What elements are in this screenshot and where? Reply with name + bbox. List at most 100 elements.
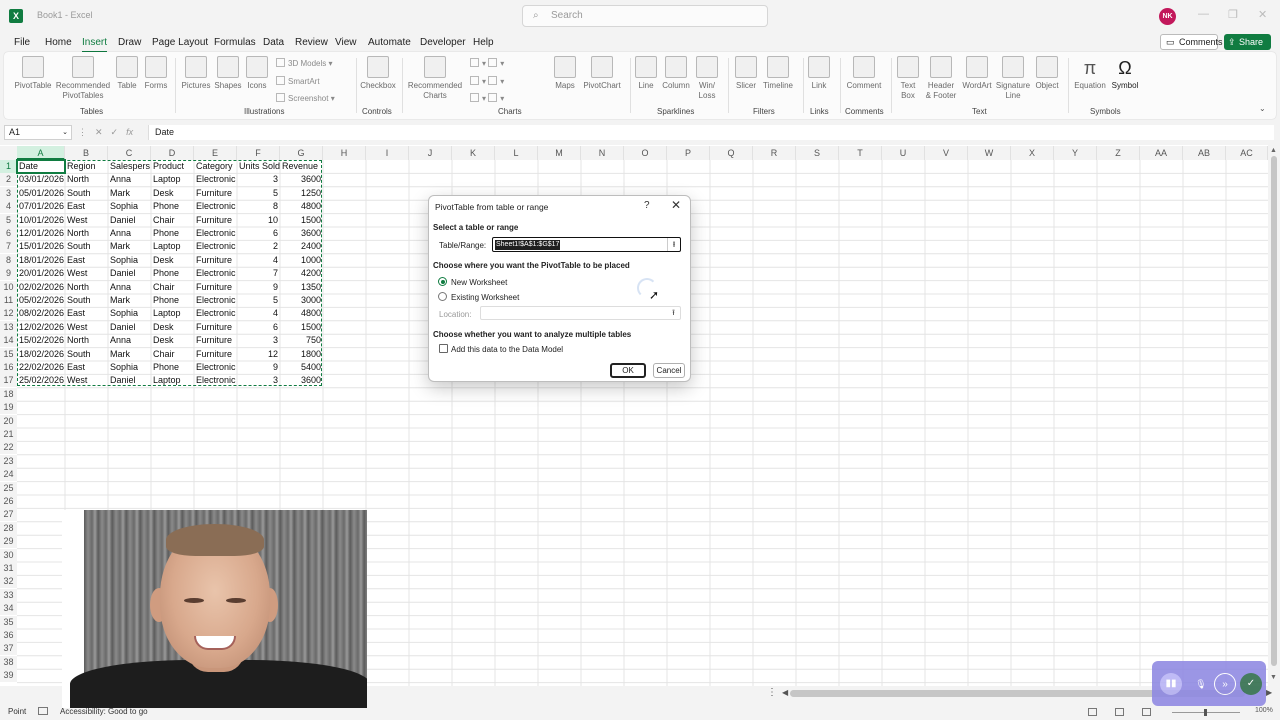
data-cell[interactable]: 3600 (280, 227, 323, 240)
location-input[interactable]: ⭱ (480, 306, 681, 320)
column-header-d[interactable]: D (151, 146, 194, 160)
column-header-p[interactable]: P (667, 146, 710, 160)
data-cell[interactable]: Electronic (194, 173, 237, 186)
data-cell[interactable]: 6 (237, 321, 280, 334)
data-cell[interactable]: West (65, 321, 108, 334)
row-header-36[interactable]: 36 (0, 629, 17, 642)
row-header-8[interactable]: 8 (0, 253, 17, 267)
data-cell[interactable]: North (65, 173, 108, 186)
data-cell[interactable]: 08/02/2026 (17, 307, 65, 320)
data-cell[interactable]: East (65, 254, 108, 267)
row-header-23[interactable]: 23 (0, 454, 17, 468)
vertical-scroll-thumb[interactable] (1271, 156, 1277, 666)
smartart-button[interactable]: SmartArt (276, 76, 320, 87)
row-header-15[interactable]: 15 (0, 347, 17, 361)
zoom-level[interactable]: 100% (1255, 707, 1273, 714)
row-header-11[interactable]: 11 (0, 294, 17, 307)
data-cell[interactable]: West (65, 374, 108, 387)
data-cell[interactable]: 3600 (280, 374, 323, 387)
data-cell[interactable]: 22/02/2026 (17, 361, 65, 374)
collapse-dialog-icon[interactable]: ⭱ (667, 238, 680, 251)
data-cell[interactable]: Electronic (194, 374, 237, 387)
data-cell[interactable]: 1250 (280, 187, 323, 200)
data-cell[interactable]: Electronic (194, 240, 237, 253)
data-cell[interactable]: Phone (151, 294, 194, 307)
data-cell[interactable]: 1500 (280, 321, 323, 334)
data-cell[interactable]: Electronic (194, 307, 237, 320)
data-cell[interactable]: South (65, 348, 108, 361)
column-header-v[interactable]: V (925, 146, 968, 160)
data-cell[interactable]: Phone (151, 361, 194, 374)
column-header-g[interactable]: G (280, 146, 323, 160)
accessibility-status[interactable]: Accessibility: Good to go (60, 707, 148, 716)
data-cell[interactable]: 15/01/2026 (17, 240, 65, 253)
object-button[interactable]: Object (1032, 56, 1062, 91)
row-header-25[interactable]: 25 (0, 481, 17, 495)
row-header-1[interactable]: 1 (0, 160, 17, 173)
column-header-b[interactable]: B (65, 146, 108, 160)
textbox-button[interactable]: Text Box (896, 56, 920, 101)
row-header-7[interactable]: 7 (0, 240, 17, 254)
data-cell[interactable]: Sophia (108, 307, 151, 320)
data-cell[interactable]: Phone (151, 267, 194, 280)
data-cell[interactable]: 05/01/2026 (17, 187, 65, 200)
column-header-l[interactable]: L (495, 146, 538, 160)
close-icon[interactable]: ✕ (671, 198, 681, 212)
table-button[interactable]: Table (114, 56, 140, 91)
column-header-a[interactable]: A (17, 146, 65, 160)
sparkline-column-button[interactable]: Column (660, 56, 692, 91)
data-cell[interactable]: 4800 (280, 200, 323, 213)
check-icon[interactable]: ✓ (1240, 673, 1262, 695)
column-header-s[interactable]: S (796, 146, 839, 160)
symbol-button[interactable]: Ω Symbol (1108, 56, 1142, 91)
page-layout-view-icon[interactable] (1115, 708, 1124, 716)
maximize-icon[interactable]: ❐ (1228, 8, 1238, 21)
tab-review[interactable]: Review (295, 37, 328, 48)
data-cell[interactable]: Desk (151, 187, 194, 200)
column-chart-button[interactable]: ▾ ▾ (470, 58, 504, 69)
link-button[interactable]: Link (806, 56, 832, 91)
row-header-32[interactable]: 32 (0, 575, 17, 589)
column-header-k[interactable]: K (452, 146, 495, 160)
data-cell[interactable]: Chair (151, 348, 194, 361)
data-cell[interactable]: 10 (237, 214, 280, 227)
data-cell[interactable]: 4 (237, 254, 280, 267)
data-cell[interactable]: Mark (108, 187, 151, 200)
header-cell[interactable]: Date (16, 159, 66, 174)
data-cell[interactable]: Phone (151, 200, 194, 213)
pictures-button[interactable]: Pictures (178, 56, 214, 91)
tab-formulas[interactable]: Formulas (214, 37, 256, 48)
data-cell[interactable]: 9 (237, 281, 280, 294)
data-cell[interactable]: 5 (237, 187, 280, 200)
data-cell[interactable]: 1350 (280, 281, 323, 294)
row-header-10[interactable]: 10 (0, 280, 17, 294)
ok-button[interactable]: OK (610, 363, 646, 378)
forms-button[interactable]: Forms (142, 56, 170, 91)
data-cell[interactable]: Anna (108, 281, 151, 294)
data-cell[interactable]: 8 (237, 200, 280, 213)
data-cell[interactable]: Anna (108, 173, 151, 186)
column-header-ac[interactable]: AC (1226, 146, 1268, 160)
column-header-u[interactable]: U (882, 146, 925, 160)
data-cell[interactable]: Laptop (151, 173, 194, 186)
confirm-entry-icon[interactable]: ✓ (111, 127, 119, 137)
column-header-z[interactable]: Z (1097, 146, 1140, 160)
data-cell[interactable]: Electronic (194, 361, 237, 374)
row-header-4[interactable]: 4 (0, 200, 17, 214)
data-cell[interactable]: Anna (108, 334, 151, 347)
microphone-icon[interactable]: 🎙 (1190, 673, 1212, 695)
recommended-pivottables-button[interactable]: Recommended PivotTables (54, 56, 112, 101)
data-cell[interactable]: West (65, 267, 108, 280)
comments-button[interactable]: ▭ Comments (1160, 34, 1223, 50)
share-button[interactable]: ⇪ Share (1224, 34, 1271, 50)
data-cell[interactable]: South (65, 187, 108, 200)
row-header-3[interactable]: 3 (0, 186, 17, 200)
header-cell[interactable]: Units Sold (237, 160, 280, 173)
row-header-2[interactable]: 2 (0, 173, 17, 187)
tab-page-layout[interactable]: Page Layout (152, 37, 208, 48)
recommended-charts-button[interactable]: Recommended Charts (406, 56, 464, 101)
macro-record-icon[interactable] (38, 707, 48, 715)
zoom-slider-handle[interactable] (1204, 709, 1207, 716)
data-model-checkbox[interactable] (439, 344, 448, 353)
data-cell[interactable]: South (65, 294, 108, 307)
